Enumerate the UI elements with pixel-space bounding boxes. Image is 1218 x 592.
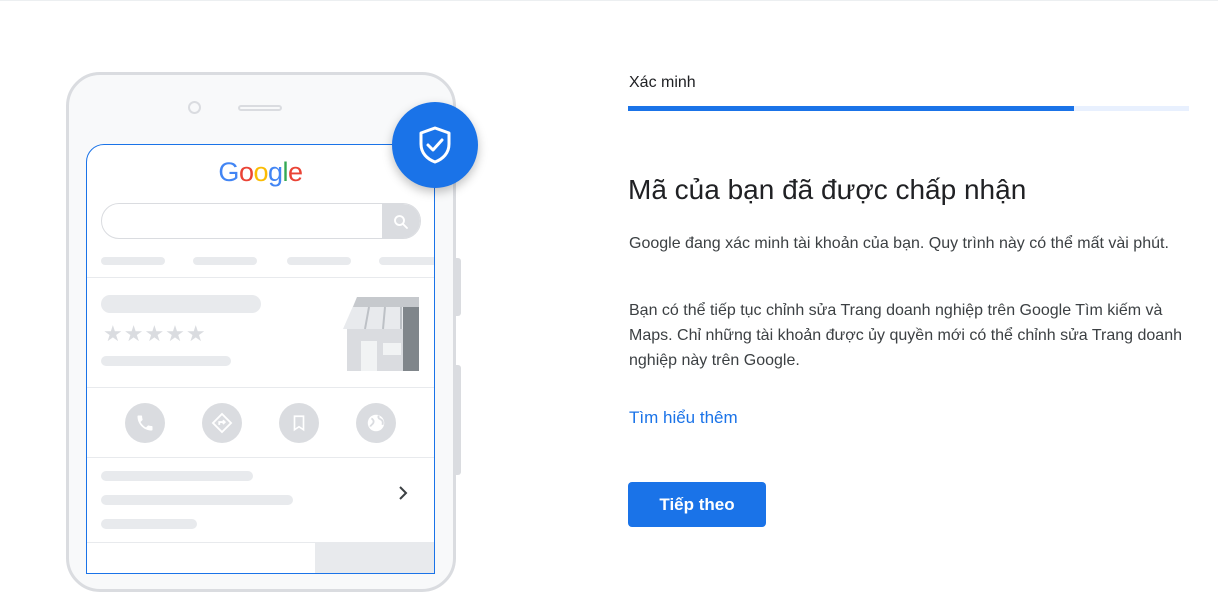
globe-icon (356, 403, 396, 443)
description-paragraph: Google đang xác minh tài khoản của bạn. … (629, 235, 1169, 252)
step-label: Xác minh (629, 74, 696, 91)
search-icon (382, 204, 420, 238)
learn-more-link[interactable]: Tìm hiểu thêm (629, 408, 738, 428)
phone-screen: Google ★★★★★ (86, 144, 435, 574)
mock-search-bar (101, 203, 421, 239)
placeholder-bar (287, 257, 351, 265)
divider (87, 387, 434, 388)
divider (87, 277, 434, 278)
storefront-icon (343, 297, 419, 371)
divider (87, 457, 434, 458)
placeholder-bar (101, 471, 253, 481)
description-paragraph: Bạn có thể tiếp tục chỉnh sửa Trang doan… (629, 302, 1182, 369)
google-logo: Google (87, 157, 434, 188)
logo-letter: o (238, 157, 254, 187)
shield-check-icon (392, 102, 478, 188)
directions-icon (202, 403, 242, 443)
placeholder-bar (101, 519, 197, 529)
rating-stars: ★★★★★ (103, 321, 207, 346)
phone-side-button (455, 258, 461, 316)
logo-letter: o (253, 157, 268, 187)
page-title: Mã của bạn đã được chấp nhận (628, 174, 1027, 205)
placeholder-bar (101, 257, 165, 265)
logo-letter: G (218, 157, 239, 187)
placeholder-bar (101, 356, 231, 366)
phone-side-button (455, 365, 461, 475)
bookmark-icon (279, 403, 319, 443)
phone-speaker (238, 105, 282, 111)
next-button[interactable]: Tiếp theo (628, 482, 766, 527)
logo-letter: e (288, 157, 303, 187)
placeholder-bar (101, 495, 293, 505)
logo-letter: g (268, 157, 283, 187)
chevron-right-icon (399, 486, 408, 500)
placeholder-title (101, 295, 261, 313)
placeholder-bar (379, 257, 434, 265)
phone-illustration: Google ★★★★★ (0, 0, 560, 592)
placeholder-bar (193, 257, 257, 265)
phone-icon (125, 403, 165, 443)
progress-bar (628, 106, 1189, 111)
phone-camera (188, 101, 201, 114)
progress-fill (628, 106, 1074, 111)
